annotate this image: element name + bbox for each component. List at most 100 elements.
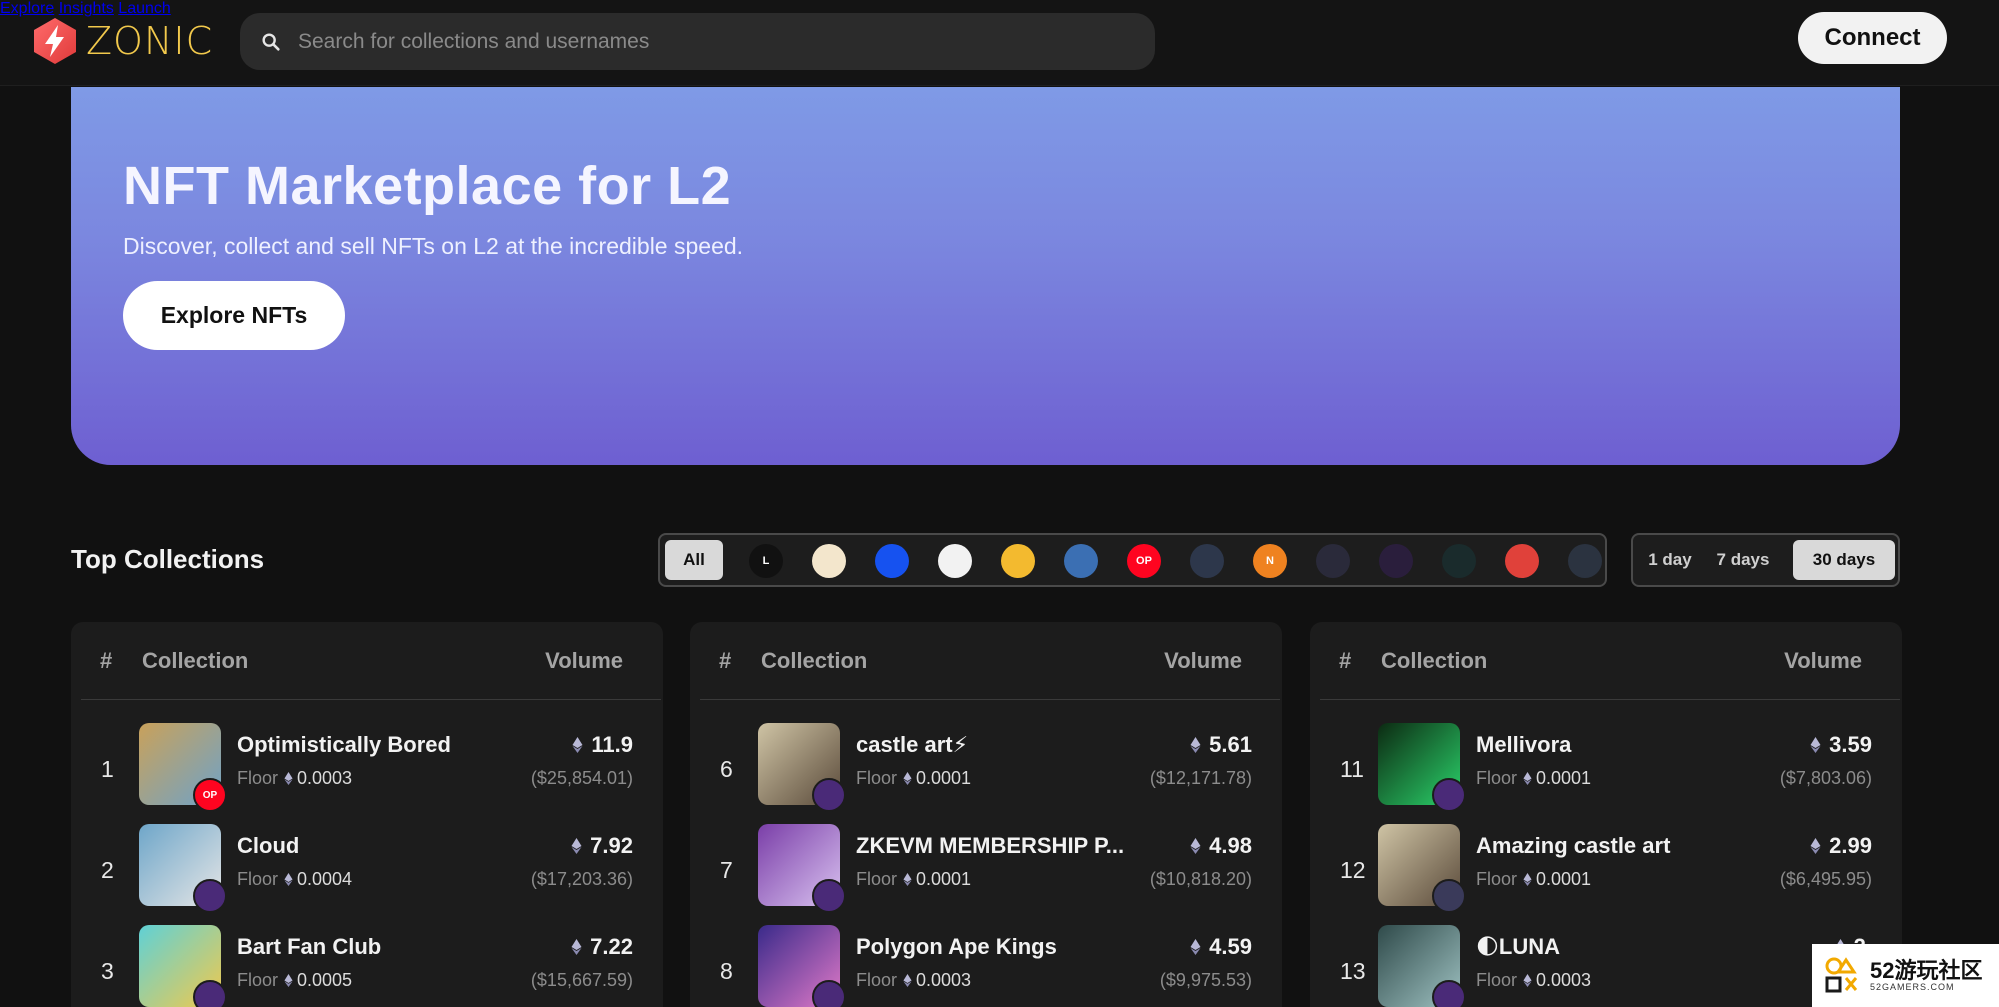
collection-name[interactable]: Mellivora: [1476, 732, 1571, 758]
hero-banner: NFT Marketplace for L2 Discover, collect…: [71, 87, 1900, 465]
column-volume[interactable]: Volume: [1784, 648, 1862, 674]
column-rank: #: [1339, 648, 1352, 673]
site-watermark-badge: 52游玩社区 52GAMERS.COM: [1812, 944, 1999, 1007]
manta-icon[interactable]: [1442, 544, 1476, 578]
shiba-icon[interactable]: [1505, 544, 1539, 578]
floor-value: 0.0003: [916, 970, 972, 990]
floor-price: Floor 0.0003: [856, 970, 971, 991]
eth-icon: [572, 737, 583, 753]
eth-icon: [1190, 737, 1201, 753]
column-volume[interactable]: Volume: [1164, 648, 1242, 674]
table-row[interactable]: 3 Bart Fan Club Floor 0.0005 7.22 ($15,667.59…: [71, 924, 663, 1007]
collection-name[interactable]: Optimistically Bored: [237, 732, 451, 758]
column-collection[interactable]: Collection: [142, 648, 248, 674]
row-rank: 12: [1340, 857, 1366, 883]
floor-label: Floor: [237, 970, 279, 990]
bolt-logo-icon: [30, 16, 80, 66]
table-row[interactable]: 11 Mellivora Floor 0.0001 3.59 ($7,803.06): [1310, 722, 1902, 822]
floor-price: Floor 0.0001: [856, 768, 971, 789]
floor-label: Floor: [1476, 768, 1518, 788]
column-volume[interactable]: Volume: [545, 648, 623, 674]
row-rank: 2: [101, 857, 114, 883]
base-icon[interactable]: [875, 544, 909, 578]
volume-value: 7.22: [571, 934, 633, 960]
volume-amount: 2.99: [1829, 833, 1872, 858]
period-7-days[interactable]: 7 days: [1705, 540, 1781, 580]
wave-icon[interactable]: [1568, 544, 1602, 578]
table-row[interactable]: 7 ZKEVM MEMBERSHIP P... Floor 0.0001 4.98 ($1…: [690, 823, 1282, 923]
bnb-icon[interactable]: [1001, 544, 1035, 578]
zksync-badge: [1432, 879, 1466, 913]
polygon-zkevm-badge: [812, 778, 846, 812]
collection-name[interactable]: Cloud: [237, 833, 299, 859]
polygon-zkevm-badge: [193, 879, 227, 913]
chain-filter-bar: All L OP N: [658, 533, 1607, 587]
nova-icon[interactable]: N: [1253, 544, 1287, 578]
collection-name[interactable]: ZKEVM MEMBERSHIP P...: [856, 833, 1124, 859]
column-collection[interactable]: Collection: [1381, 648, 1487, 674]
volume-amount: 4.59: [1209, 934, 1252, 959]
collection-name[interactable]: Bart Fan Club: [237, 934, 381, 960]
row-rank: 11: [1340, 756, 1364, 782]
collection-name[interactable]: Polygon Ape Kings: [856, 934, 1057, 960]
eth-icon: [1810, 838, 1821, 854]
chain-icon-label: OP: [1136, 555, 1152, 567]
explore-nfts-button[interactable]: Explore NFTs: [123, 281, 345, 350]
volume-amount: 3.59: [1829, 732, 1872, 757]
row-rank: 3: [101, 958, 114, 984]
table-row[interactable]: 8 Polygon Ape Kings Floor 0.0003 4.59 ($9,975…: [690, 924, 1282, 1007]
volume-usd: ($15,667.59): [530, 970, 633, 990]
table-header: # Collection Volume: [1310, 622, 1902, 700]
header-divider: [700, 699, 1280, 700]
floor-price: Floor 0.0004: [237, 869, 352, 890]
column-rank: #: [719, 648, 732, 673]
collection-name[interactable]: Amazing castle art: [1476, 833, 1670, 859]
scroll-icon[interactable]: [812, 544, 846, 578]
search-icon: [262, 32, 280, 51]
floor-label: Floor: [237, 768, 279, 788]
arbitrum-icon[interactable]: [1190, 544, 1224, 578]
floor-value: 0.0003: [297, 768, 353, 788]
period-1-day[interactable]: 1 day: [1641, 540, 1699, 580]
table-row[interactable]: 2 Cloud Floor 0.0004 7.92 ($17,203.36): [71, 823, 663, 923]
volume-value: 5.61: [1190, 732, 1252, 758]
volume-usd: ($25,854.01): [530, 768, 633, 788]
header-divider: [81, 699, 661, 700]
hero-subtitle: Discover, collect and sell NFTs on L2 at…: [123, 233, 744, 259]
sunburst-icon[interactable]: [938, 544, 972, 578]
chain-filter-all[interactable]: All: [665, 540, 723, 580]
zksync-icon[interactable]: [1316, 544, 1350, 578]
polygon-zkevm-icon[interactable]: [1379, 544, 1413, 578]
optimism-icon[interactable]: OP: [1127, 544, 1161, 578]
polygon-zkevm-badge: [1432, 980, 1466, 1007]
volume-value: 4.59: [1190, 934, 1252, 960]
row-rank: 1: [101, 756, 114, 782]
collection-name[interactable]: castle art⚡: [856, 732, 968, 758]
gamers-logo-icon: [1825, 956, 1858, 992]
polygon-zkevm-badge: [812, 879, 846, 913]
floor-price: Floor 0.0003: [1476, 970, 1591, 991]
search-input[interactable]: [298, 29, 1155, 54]
eth-icon: [571, 838, 582, 854]
connect-button[interactable]: Connect: [1798, 12, 1947, 64]
linea-icon[interactable]: L: [749, 544, 783, 578]
column-collection[interactable]: Collection: [761, 648, 867, 674]
floor-value: 0.0001: [916, 869, 972, 889]
polygon-zkevm-badge: [1432, 778, 1466, 812]
period-30-days[interactable]: 30 days: [1793, 540, 1895, 580]
row-rank: 13: [1340, 958, 1366, 984]
floor-price: Floor 0.0003: [237, 768, 352, 789]
zonic-logo[interactable]: ZONIC: [30, 14, 213, 68]
table-row[interactable]: 6 castle art⚡ Floor 0.0001 5.61 ($12,171.78): [690, 722, 1282, 822]
volume-usd: ($17,203.36): [530, 869, 633, 889]
globe-icon[interactable]: [1064, 544, 1098, 578]
period-filter-bar: 1 day 7 days 30 days: [1631, 533, 1900, 587]
volume-amount: 5.61: [1209, 732, 1252, 757]
floor-value: 0.0003: [1536, 970, 1592, 990]
floor-label: Floor: [1476, 970, 1518, 990]
collection-name[interactable]: 🌓LUNA: [1476, 934, 1560, 960]
table-row[interactable]: 12 Amazing castle art Floor 0.0001 2.99 ($6,4…: [1310, 823, 1902, 923]
table-row[interactable]: 1 OP Optimistically Bored Floor 0.0003 11.9 ($…: [71, 722, 663, 822]
search-box[interactable]: [240, 13, 1155, 70]
floor-value: 0.0001: [1536, 869, 1592, 889]
